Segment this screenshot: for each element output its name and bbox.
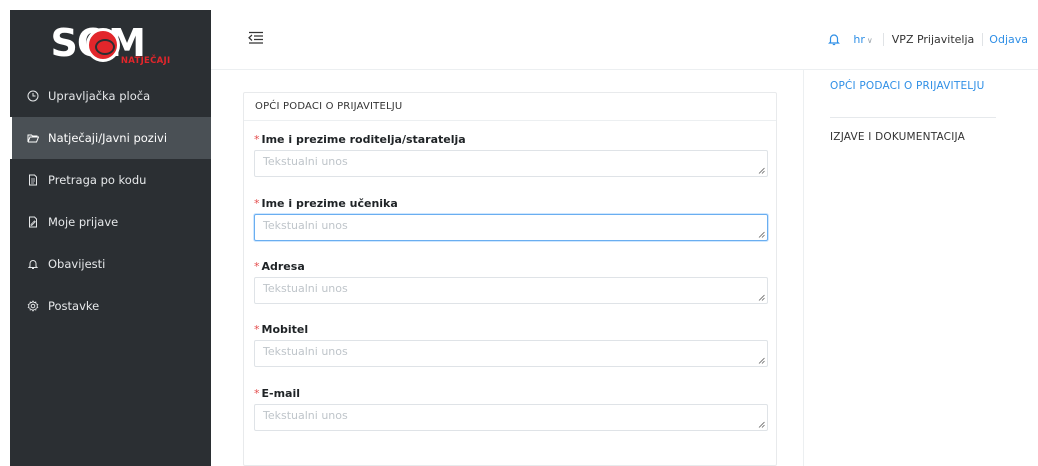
section-anchor-nav: OPĆI PODACI O PRIJAVITELJU IZJAVE I DOKU… (803, 70, 1038, 466)
input-placeholder: Tekstualni unos (263, 219, 348, 232)
chevron-down-icon: ∨ (866, 35, 873, 45)
sidebar-item-dashboard[interactable]: Upravljačka ploča (10, 75, 211, 117)
sidebar-item-label: Obavijesti (48, 257, 106, 271)
sidebar-item-notifications[interactable]: Obavijesti (10, 243, 211, 285)
input-placeholder: Tekstualni unos (263, 345, 348, 358)
logout-link[interactable]: Odjava (982, 32, 1028, 46)
input-placeholder: Tekstualni unos (263, 409, 348, 422)
required-mark: * (254, 260, 260, 273)
anchor-divider (830, 117, 996, 118)
mobile-input[interactable]: Tekstualni unos (254, 340, 768, 367)
sidebar-item-label: Moje prijave (48, 215, 119, 229)
field-label-text: Ime i prezime učenika (261, 197, 398, 210)
gear-icon (26, 299, 40, 313)
app-root: SOM NATJEČAJI Upravljačka ploča Natječaj… (0, 0, 1038, 466)
language-label: hr (853, 32, 865, 46)
header-actions: hr ∨ VPZ Prijavitelja Odjava (827, 30, 1028, 48)
section-title: OPĆI PODACI O PRIJAVITELJU (244, 93, 776, 121)
field-label: * Ime i prezime učenika (254, 197, 768, 211)
document-icon (26, 173, 40, 187)
field-label: * Ime i prezime roditelja/staratelja (254, 133, 768, 147)
sidebar-item-label: Pretraga po kodu (48, 173, 147, 187)
form-field-address: * Adresa Tekstualni unos (254, 260, 768, 304)
field-label-text: E-mail (261, 387, 301, 400)
resize-handle-icon[interactable] (758, 421, 765, 428)
form-field-mobile: * Mobitel Tekstualni unos (254, 323, 768, 367)
anchor-link-general-info[interactable]: OPĆI PODACI O PRIJAVITELJU (830, 78, 998, 94)
field-label-text: Mobitel (261, 323, 309, 336)
document-edit-icon (26, 215, 40, 229)
user-name: VPZ Prijavitelja (882, 32, 974, 46)
required-mark: * (254, 387, 260, 400)
sidebar-item-my-applications[interactable]: Moje prijave (10, 201, 211, 243)
sidebar-nav: Upravljačka ploča Natječaji/Javni pozivi… (10, 75, 211, 327)
required-mark: * (254, 323, 260, 336)
applicant-form-card: OPĆI PODACI O PRIJAVITELJU * Ime i prezim… (243, 92, 777, 466)
logo-eye-icon (85, 27, 120, 62)
notification-bell-icon[interactable] (827, 32, 841, 46)
sidebar-item-label: Upravljačka ploča (48, 89, 151, 103)
form-field-parent-name: * Ime i prezime roditelja/staratelja Teks… (254, 133, 768, 177)
resize-handle-icon[interactable] (758, 357, 765, 364)
sidebar-item-tenders[interactable]: Natječaji/Javni pozivi (10, 117, 211, 159)
logo[interactable]: SOM NATJEČAJI (10, 10, 211, 75)
language-selector[interactable]: hr ∨ (853, 33, 872, 46)
resize-handle-icon[interactable] (758, 231, 765, 238)
field-label-text: Adresa (261, 260, 305, 273)
field-label: * Adresa (254, 260, 768, 274)
field-label: * E-mail (254, 387, 768, 401)
sidebar: SOM NATJEČAJI Upravljačka ploča Natječaj… (10, 10, 211, 466)
required-mark: * (254, 197, 260, 210)
folder-open-icon (26, 131, 40, 145)
sidebar-item-label: Natječaji/Javni pozivi (48, 131, 168, 145)
input-placeholder: Tekstualni unos (263, 282, 348, 295)
logo-mark: SOM NATJEČAJI (51, 20, 171, 66)
bell-icon (26, 257, 40, 271)
sidebar-item-search-by-code[interactable]: Pretraga po kodu (10, 159, 211, 201)
form-field-email: * E-mail Tekstualni unos (254, 387, 768, 431)
resize-handle-icon[interactable] (758, 294, 765, 301)
top-bar: hr ∨ VPZ Prijavitelja Odjava (211, 10, 1038, 70)
sidebar-item-label: Postavke (48, 299, 100, 313)
menu-collapse-icon[interactable] (248, 30, 264, 44)
required-mark: * (254, 133, 260, 146)
parent-name-input[interactable]: Tekstualni unos (254, 150, 768, 177)
anchor-link-statements-docs[interactable]: IZJAVE I DOKUMENTACIJA (830, 129, 998, 145)
email-input[interactable]: Tekstualni unos (254, 404, 768, 431)
field-label-text: Ime i prezime roditelja/staratelja (261, 133, 466, 146)
sidebar-item-settings[interactable]: Postavke (10, 285, 211, 327)
input-placeholder: Tekstualni unos (263, 155, 348, 168)
resize-handle-icon[interactable] (758, 167, 765, 174)
clock-icon (26, 89, 40, 103)
address-input[interactable]: Tekstualni unos (254, 277, 768, 304)
student-name-input[interactable]: Tekstualni unos (254, 214, 768, 241)
logo-subtitle: NATJEČAJI (120, 55, 171, 66)
form-field-student-name: * Ime i prezime učenika Tekstualni unos (254, 197, 768, 241)
field-label: * Mobitel (254, 323, 768, 337)
